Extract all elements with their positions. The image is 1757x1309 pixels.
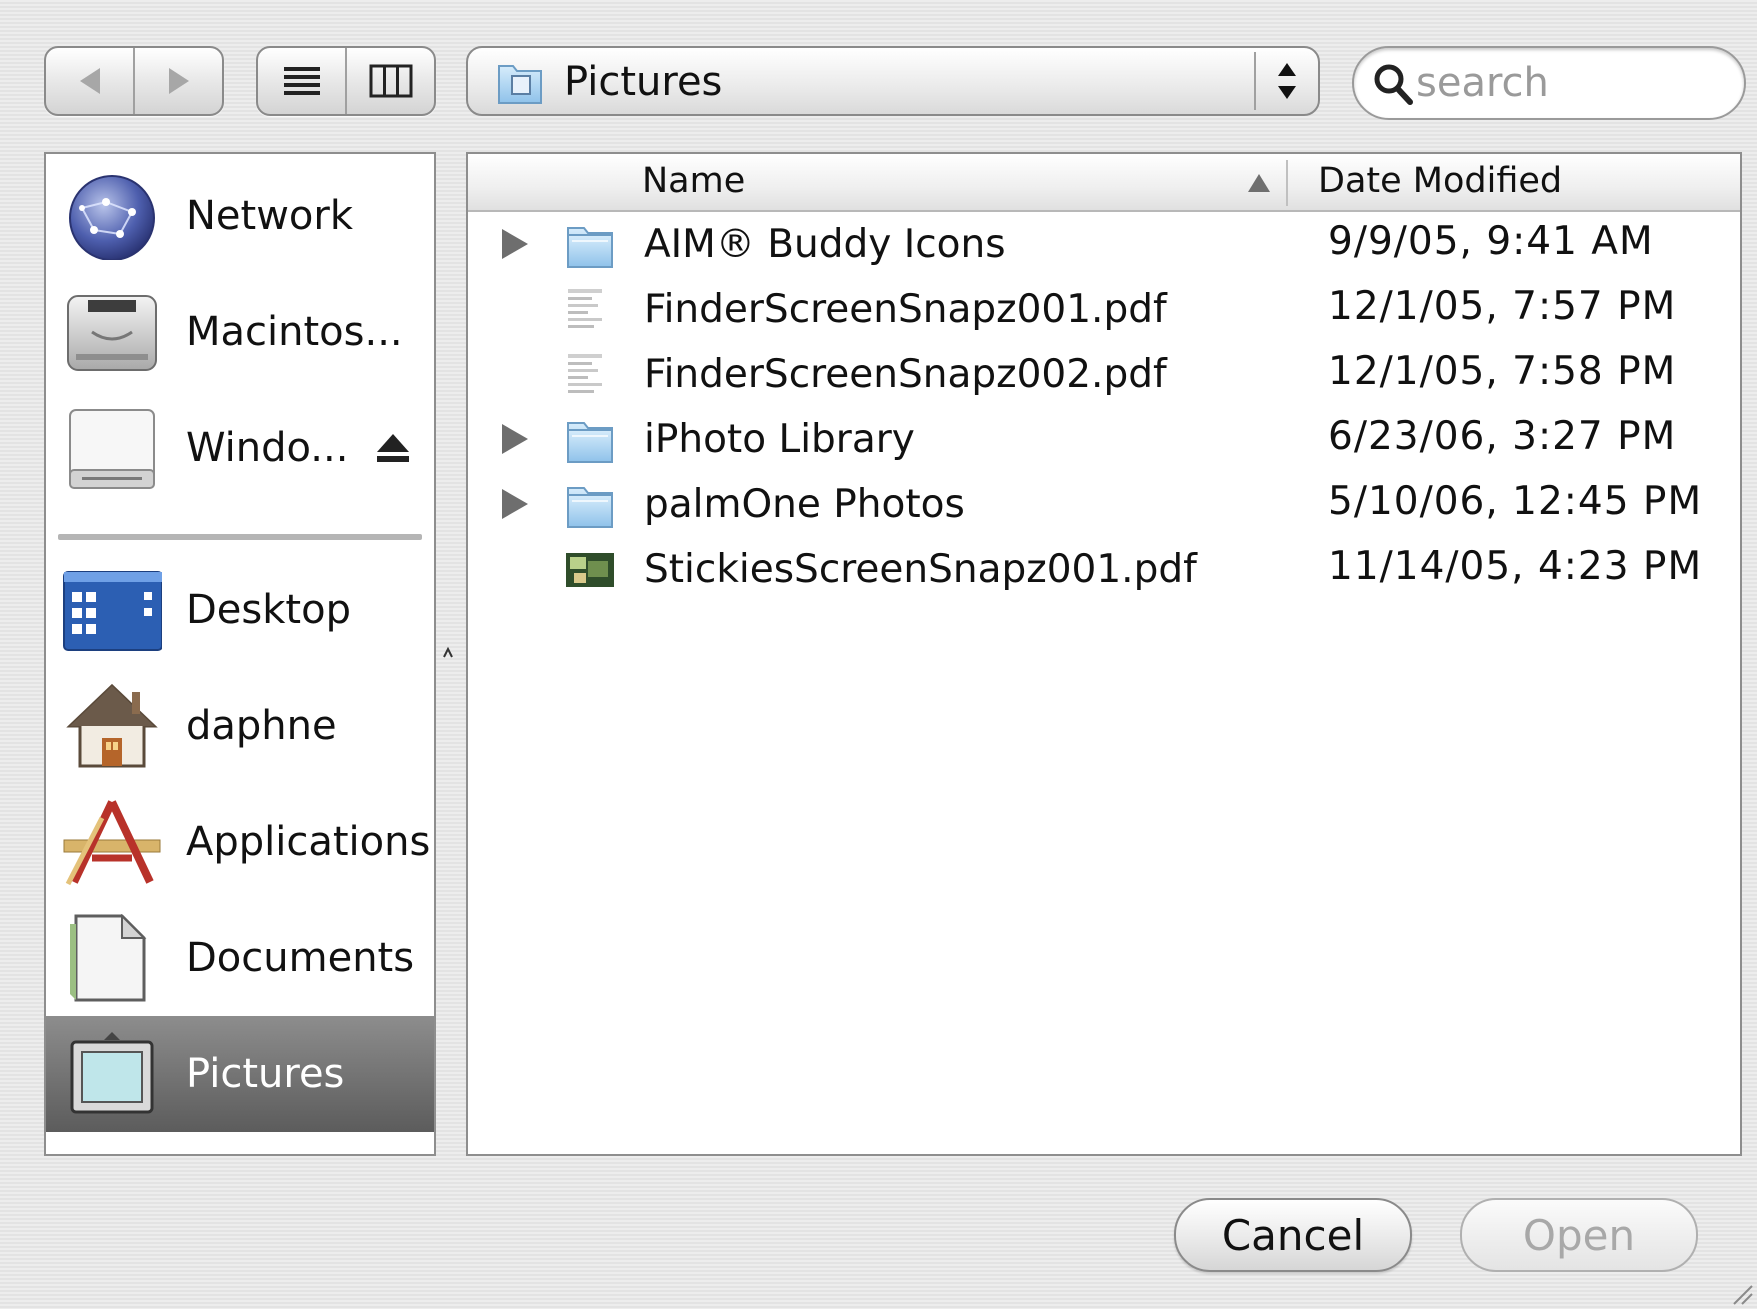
sidebar-item-label: Macintos... bbox=[186, 309, 403, 355]
table-row[interactable]: FinderScreenSnapz001.pdf 12/1/05, 7:57 P… bbox=[468, 277, 1740, 342]
file-date: 12/1/05, 7:57 PM bbox=[1328, 284, 1677, 329]
table-row[interactable]: StickiesScreenSnapz001.pdf 11/14/05, 4:2… bbox=[468, 537, 1740, 602]
table-row[interactable]: AIM® Buddy Icons 9/9/05, 9:41 AM bbox=[468, 212, 1740, 277]
list-view-button[interactable] bbox=[258, 48, 345, 114]
folder-icon bbox=[564, 413, 616, 467]
sidebar-item-label: Network bbox=[186, 193, 354, 239]
sidebar-item-documents[interactable]: Documents bbox=[46, 900, 434, 1016]
pdf-document-icon bbox=[564, 348, 616, 402]
file-date: 5/10/06, 12:45 PM bbox=[1328, 479, 1703, 524]
sidebar-item-windows-drive[interactable]: Windo... bbox=[46, 390, 434, 506]
pictures-folder-icon bbox=[498, 65, 542, 104]
search-input[interactable] bbox=[1416, 58, 1676, 108]
folder-icon bbox=[564, 478, 616, 532]
table-row[interactable]: FinderScreenSnapz002.pdf 12/1/05, 7:58 P… bbox=[468, 342, 1740, 407]
sidebar-divider bbox=[58, 534, 422, 540]
file-name: FinderScreenSnapz001.pdf bbox=[644, 287, 1167, 332]
pdf-thumbnail-icon bbox=[564, 543, 616, 597]
popup-divider bbox=[1254, 52, 1256, 110]
file-date: 12/1/05, 7:58 PM bbox=[1328, 349, 1677, 394]
back-arrow-icon bbox=[79, 68, 100, 94]
table-row[interactable]: palmOne Photos 5/10/06, 12:45 PM bbox=[468, 472, 1740, 537]
name-column-label: Name bbox=[642, 161, 746, 201]
file-date: 6/23/06, 3:27 PM bbox=[1328, 414, 1677, 459]
pictures-icon bbox=[70, 1032, 154, 1114]
home-icon bbox=[66, 683, 158, 768]
search-field[interactable] bbox=[1352, 46, 1746, 120]
network-globe-icon bbox=[69, 175, 155, 260]
documents-icon bbox=[70, 914, 147, 1002]
file-name: StickiesScreenSnapz001.pdf bbox=[644, 547, 1197, 592]
forward-arrow-icon bbox=[168, 68, 189, 94]
cancel-button[interactable]: Cancel bbox=[1174, 1198, 1412, 1272]
file-name: iPhoto Library bbox=[644, 417, 915, 462]
sidebar-item-label: daphne bbox=[186, 703, 337, 749]
list-view-icon bbox=[283, 67, 320, 95]
location-popup-label: Pictures bbox=[564, 59, 723, 105]
sidebar-item-applications[interactable]: Applications bbox=[46, 784, 434, 900]
column-header: Name Date Modified bbox=[468, 154, 1740, 212]
search-icon bbox=[1374, 64, 1413, 105]
sidebar-item-macintosh-hd[interactable]: Macintos... bbox=[46, 274, 434, 390]
column-view-icon bbox=[369, 64, 412, 98]
sidebar-item-label: Applications bbox=[186, 819, 431, 865]
sidebar-item-label: Desktop bbox=[186, 587, 351, 633]
sidebar-item-label: Documents bbox=[186, 935, 415, 981]
location-popup[interactable]: Pictures bbox=[466, 46, 1320, 116]
name-column-header[interactable]: Name bbox=[468, 154, 1286, 208]
forward-button[interactable] bbox=[133, 48, 222, 114]
sidebar-item-network[interactable]: Network bbox=[46, 158, 434, 274]
file-list: Name Date Modified AIM® Buddy Icons 9/9/… bbox=[466, 152, 1742, 1156]
table-row[interactable]: iPhoto Library 6/23/06, 3:27 PM bbox=[468, 407, 1740, 472]
file-name: palmOne Photos bbox=[644, 482, 965, 527]
applications-icon bbox=[63, 800, 161, 886]
view-mode-control bbox=[256, 46, 436, 116]
eject-icon[interactable] bbox=[374, 432, 412, 464]
disclosure-triangle-icon[interactable] bbox=[502, 229, 528, 259]
file-name: FinderScreenSnapz002.pdf bbox=[644, 352, 1167, 397]
file-name: AIM® Buddy Icons bbox=[644, 222, 1006, 267]
resize-grip-icon[interactable] bbox=[1728, 1280, 1754, 1306]
popup-arrows-icon bbox=[1278, 63, 1296, 99]
desktop-icon bbox=[63, 571, 162, 651]
sort-ascending-icon bbox=[1248, 174, 1270, 192]
pdf-document-icon bbox=[564, 283, 616, 337]
date-column-label: Date Modified bbox=[1318, 161, 1563, 201]
sidebar: Network Macintos... Windo... Desktop dap… bbox=[44, 152, 436, 1156]
folder-icon bbox=[564, 218, 616, 272]
sidebar-item-desktop[interactable]: Desktop bbox=[46, 552, 434, 668]
sidebar-item-label: Windo... bbox=[186, 425, 349, 471]
back-forward-control bbox=[44, 46, 224, 116]
disclosure-triangle-icon[interactable] bbox=[502, 424, 528, 454]
back-button[interactable] bbox=[46, 48, 133, 114]
open-button[interactable]: Open bbox=[1460, 1198, 1698, 1272]
sidebar-item-label: Pictures bbox=[186, 1051, 345, 1097]
disclosure-triangle-icon[interactable] bbox=[502, 489, 528, 519]
external-drive-icon bbox=[69, 409, 155, 489]
date-column-header[interactable]: Date Modified bbox=[1288, 154, 1740, 208]
sidebar-item-home[interactable]: daphne bbox=[46, 668, 434, 784]
file-date: 11/14/05, 4:23 PM bbox=[1328, 544, 1703, 589]
splitter-handle-icon[interactable] bbox=[442, 645, 454, 661]
file-date: 9/9/05, 9:41 AM bbox=[1328, 219, 1654, 264]
column-view-button[interactable] bbox=[345, 48, 434, 114]
sidebar-item-pictures[interactable]: Pictures bbox=[46, 1016, 434, 1132]
hard-drive-icon bbox=[67, 295, 157, 371]
